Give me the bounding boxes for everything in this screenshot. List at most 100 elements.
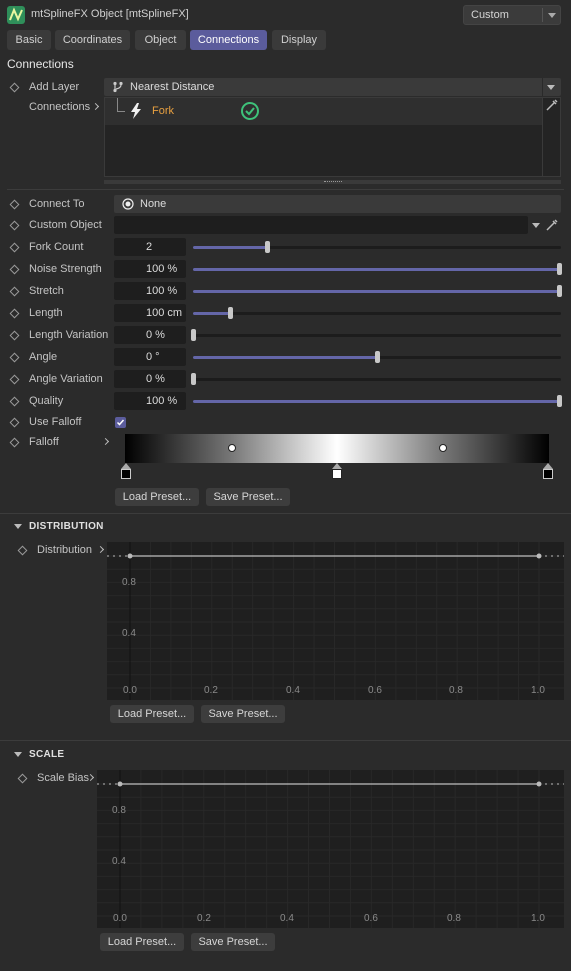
quality-input[interactable]: 100 % [114, 392, 186, 410]
curve-point[interactable] [536, 781, 542, 787]
x-tick-label: 0.4 [280, 913, 294, 924]
keyframe-diamond-icon[interactable] [17, 545, 28, 556]
slider-handle[interactable] [557, 263, 562, 275]
connections-list[interactable]: Fork [104, 97, 561, 177]
slider-handle[interactable] [557, 285, 562, 297]
distribution-save-preset-button[interactable]: Save Preset... [201, 705, 285, 723]
use-falloff-checkbox[interactable] [115, 417, 126, 428]
keyframe-diamond-icon[interactable] [9, 308, 20, 319]
keyframe-diamond-icon[interactable] [9, 437, 20, 448]
chevron-right-icon[interactable] [96, 545, 105, 554]
falloff-save-preset-button[interactable]: Save Preset... [206, 488, 290, 506]
scale-bias-spline-graph[interactable] [97, 770, 564, 928]
gradient-stop-black[interactable] [120, 463, 132, 480]
keyframe-diamond-icon[interactable] [9, 199, 20, 210]
quality-slider[interactable] [193, 395, 562, 407]
y-tick-label: 0.8 [112, 805, 126, 816]
connections-label: Connections [29, 101, 91, 113]
slider-handle[interactable] [191, 329, 196, 341]
picker-icon[interactable] [545, 218, 559, 232]
dropdown-separator [542, 8, 543, 22]
distribution-load-preset-button[interactable]: Load Preset... [110, 705, 194, 723]
check-icon[interactable] [240, 101, 260, 121]
custom-object-field[interactable] [114, 216, 528, 234]
checkmark-icon [116, 419, 125, 426]
keyframe-diamond-icon[interactable] [9, 264, 20, 275]
scale-save-preset-button[interactable]: Save Preset... [191, 933, 275, 951]
fork-count-slider[interactable] [193, 241, 561, 253]
chevron-right-icon[interactable] [101, 437, 110, 446]
angle-variation-input[interactable]: 0 % [114, 370, 186, 388]
falloff-gradient[interactable] [125, 434, 549, 463]
tab-coordinates[interactable]: Coordinates [55, 30, 130, 50]
x-tick-label: 0.6 [364, 913, 378, 924]
falloff-load-preset-button[interactable]: Load Preset... [115, 488, 199, 506]
tab-display[interactable]: Display [272, 30, 326, 50]
keyframe-diamond-icon[interactable] [9, 352, 20, 363]
angle-slider[interactable] [193, 351, 561, 363]
slider-handle[interactable] [191, 373, 196, 385]
collapse-chevron-icon[interactable] [14, 524, 22, 529]
noise-strength-input[interactable]: 100 % [114, 260, 186, 278]
gradient-stop-white[interactable] [331, 463, 343, 480]
stretch-slider[interactable] [193, 285, 562, 297]
angle-input[interactable]: 0 ° [114, 348, 186, 366]
scale-header: SCALE [29, 749, 65, 760]
length-slider[interactable] [193, 307, 561, 319]
keyframe-diamond-icon[interactable] [9, 417, 20, 428]
add-layer-dropdown[interactable]: Nearest Distance [104, 78, 561, 96]
length-input[interactable]: 100 cm [114, 304, 186, 322]
keyframe-diamond-icon[interactable] [17, 773, 28, 784]
list-scrollbar-divider [542, 98, 543, 176]
x-tick-label: 0.0 [123, 685, 137, 696]
stretch-input[interactable]: 100 % [114, 282, 186, 300]
slider-handle[interactable] [375, 351, 380, 363]
noise-strength-slider[interactable] [193, 263, 562, 275]
slider-handle[interactable] [557, 395, 562, 407]
section-title: Connections [7, 57, 74, 71]
grip-icon [324, 181, 342, 182]
chevron-right-icon[interactable] [91, 102, 100, 111]
divider [0, 740, 571, 741]
scale-load-preset-button[interactable]: Load Preset... [100, 933, 184, 951]
curve-point[interactable] [127, 553, 133, 559]
picker-icon[interactable] [545, 98, 559, 112]
slider-fill [193, 312, 230, 315]
keyframe-diamond-icon[interactable] [9, 286, 20, 297]
connect-to-label: Connect To [29, 198, 85, 210]
keyframe-diamond-icon[interactable] [9, 220, 20, 231]
fork-count-input[interactable]: 2 [114, 238, 186, 256]
slider-handle[interactable] [264, 241, 270, 253]
keyframe-diamond-icon[interactable] [9, 374, 20, 385]
keyframe-diamond-icon[interactable] [9, 242, 20, 253]
noise-strength-label: Noise Strength [29, 263, 102, 275]
tab-basic[interactable]: Basic [7, 30, 51, 50]
curve-point[interactable] [117, 781, 123, 787]
keyframe-diamond-icon[interactable] [9, 396, 20, 407]
length-label: Length [29, 307, 63, 319]
chevron-down-icon [547, 85, 555, 90]
length-variation-slider[interactable] [191, 329, 561, 341]
gradient-stop-black[interactable] [542, 463, 554, 480]
keyframe-diamond-icon[interactable] [9, 82, 20, 93]
slider-handle[interactable] [227, 307, 233, 319]
collapse-chevron-icon[interactable] [14, 752, 22, 757]
tab-connections[interactable]: Connections [190, 30, 267, 50]
chevron-down-icon[interactable] [532, 223, 540, 228]
connect-to-dropdown[interactable]: None [114, 195, 561, 213]
length-variation-input[interactable]: 0 % [114, 326, 186, 344]
gradient-interpolation-knot[interactable] [228, 444, 236, 452]
length-variation-label: Length Variation [29, 329, 109, 341]
angle-variation-slider[interactable] [191, 373, 561, 385]
tab-object[interactable]: Object [135, 30, 186, 50]
distribution-spline-graph[interactable] [107, 542, 564, 700]
curve-point[interactable] [536, 553, 542, 559]
slider-fill [193, 356, 377, 359]
x-tick-label: 1.0 [531, 913, 545, 924]
layout-dropdown[interactable]: Custom [463, 5, 561, 25]
keyframe-diamond-icon[interactable] [9, 330, 20, 341]
list-item[interactable]: Fork [105, 98, 542, 125]
angle-variation-label: Angle Variation [29, 373, 103, 385]
list-resize-handle[interactable] [104, 180, 561, 184]
gradient-interpolation-knot[interactable] [439, 444, 447, 452]
